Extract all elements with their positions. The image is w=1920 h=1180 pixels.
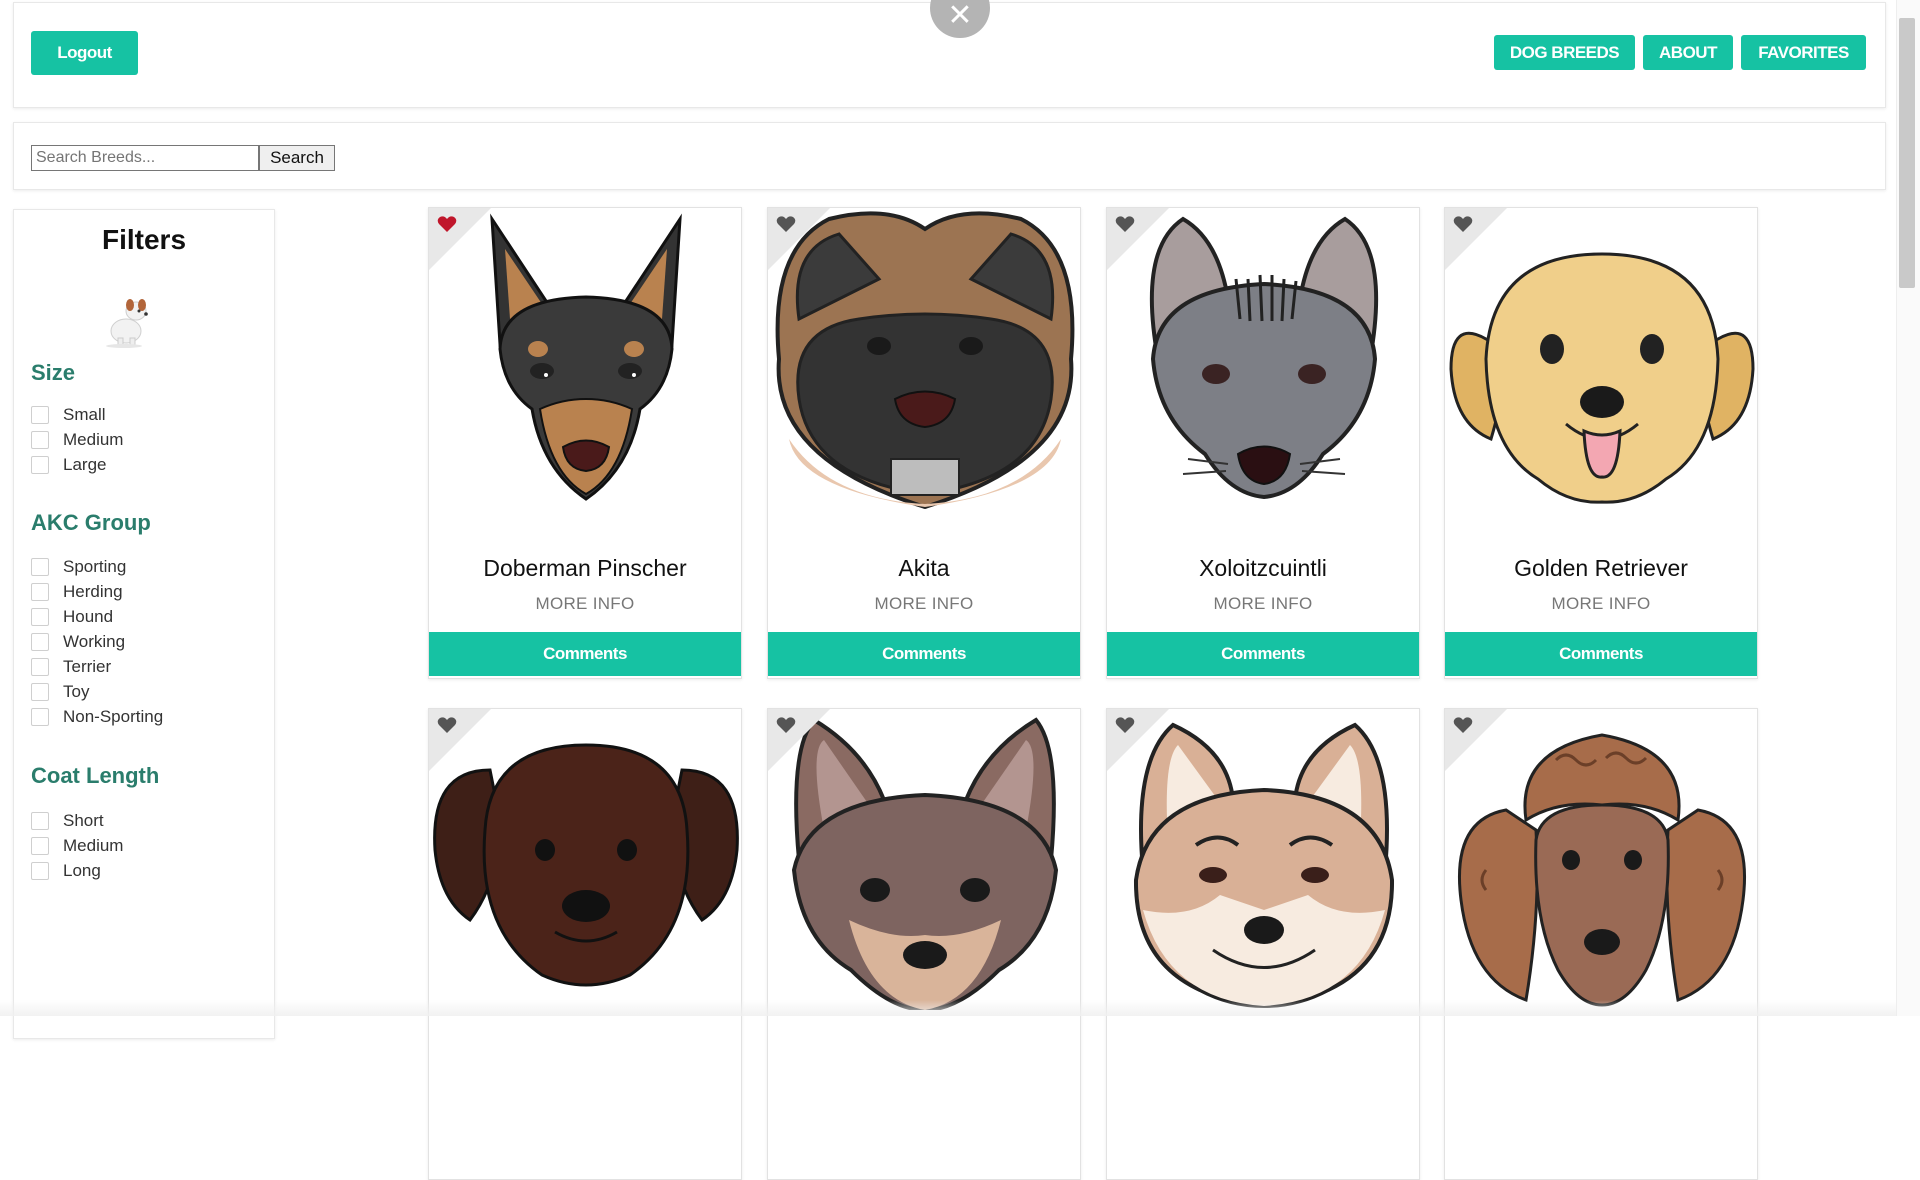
breed-name: Golden Retriever bbox=[1514, 555, 1688, 581]
filter-option-label: Herding bbox=[63, 582, 123, 601]
checkbox[interactable] bbox=[31, 862, 49, 880]
bottom-fade bbox=[0, 1000, 1896, 1016]
checkbox[interactable] bbox=[31, 683, 49, 701]
more-info-link[interactable]: MORE INFO bbox=[768, 594, 1080, 614]
breed-card bbox=[767, 708, 1081, 1180]
filter-option-label: Medium bbox=[63, 836, 124, 855]
filter-akc-hound[interactable]: Hound bbox=[31, 605, 113, 629]
filter-akc-terrier[interactable]: Terrier bbox=[31, 655, 111, 679]
heart-icon[interactable] bbox=[1115, 716, 1135, 734]
checkbox[interactable] bbox=[31, 708, 49, 726]
breed-card: Doberman Pinscher MORE INFO Comments bbox=[428, 207, 742, 679]
filter-akc-toy[interactable]: Toy bbox=[31, 680, 89, 704]
checkbox[interactable] bbox=[31, 583, 49, 601]
more-info-link[interactable]: MORE INFO bbox=[1107, 594, 1419, 614]
filter-akc-herding[interactable]: Herding bbox=[31, 580, 123, 604]
heart-icon[interactable] bbox=[1453, 215, 1473, 233]
comments-button[interactable]: Comments bbox=[429, 632, 741, 676]
filter-coat-medium[interactable]: Medium bbox=[31, 834, 123, 858]
filter-option-label: Non-Sporting bbox=[63, 707, 164, 726]
checkbox[interactable] bbox=[31, 658, 49, 676]
comments-button[interactable]: Comments bbox=[768, 632, 1080, 676]
heart-icon[interactable] bbox=[437, 215, 457, 233]
filter-akc-sporting[interactable]: Sporting bbox=[31, 555, 126, 579]
filter-group-title-size: Size bbox=[31, 360, 76, 385]
search-button[interactable]: Search bbox=[259, 145, 335, 171]
filter-option-label: Sporting bbox=[63, 557, 127, 576]
filter-group-title-akc: AKC Group bbox=[31, 510, 151, 535]
filter-size-large[interactable]: Large bbox=[31, 453, 106, 477]
filter-size-medium[interactable]: Medium bbox=[31, 428, 123, 452]
scrollbar-thumb[interactable] bbox=[1899, 18, 1915, 288]
comments-button[interactable]: Comments bbox=[1445, 632, 1757, 676]
checkbox[interactable] bbox=[31, 633, 49, 651]
checkbox[interactable] bbox=[31, 558, 49, 576]
nav-dog-breeds-button[interactable]: DOG BREEDS bbox=[1494, 35, 1635, 70]
breed-card bbox=[428, 708, 742, 1180]
breed-card: Xoloitzcuintli MORE INFO Comments bbox=[1106, 207, 1420, 679]
breed-card bbox=[1106, 708, 1420, 1180]
heart-icon[interactable] bbox=[1453, 716, 1473, 734]
filter-size-small[interactable]: Small bbox=[31, 403, 106, 427]
checkbox[interactable] bbox=[31, 837, 49, 855]
breed-card: Akita MORE INFO Comments bbox=[767, 207, 1081, 679]
filter-akc-non-sporting[interactable]: Non-Sporting bbox=[31, 705, 163, 729]
filter-option-label: Hound bbox=[63, 607, 114, 626]
filter-option-label: Large bbox=[63, 455, 107, 474]
breed-name: Xoloitzcuintli bbox=[1199, 555, 1327, 581]
filter-option-label: Toy bbox=[63, 682, 90, 701]
heart-icon[interactable] bbox=[437, 716, 457, 734]
filter-option-label: Small bbox=[63, 405, 106, 424]
breed-card bbox=[1444, 708, 1758, 1180]
logout-button[interactable]: Logout bbox=[31, 31, 138, 75]
checkbox[interactable] bbox=[31, 431, 49, 449]
heart-icon[interactable] bbox=[1115, 215, 1135, 233]
filter-option-label: Working bbox=[63, 632, 126, 651]
more-info-link[interactable]: MORE INFO bbox=[1445, 594, 1757, 614]
more-info-link[interactable]: MORE INFO bbox=[429, 594, 741, 614]
checkbox[interactable] bbox=[31, 456, 49, 474]
filter-coat-short[interactable]: Short bbox=[31, 809, 104, 833]
filter-coat-long[interactable]: Long bbox=[31, 859, 101, 883]
filters-title: Filters bbox=[101, 224, 187, 255]
breed-name: Doberman Pinscher bbox=[483, 555, 687, 581]
comments-button[interactable]: Comments bbox=[1107, 632, 1419, 676]
filter-group-title-coat: Coat Length bbox=[31, 763, 160, 788]
filter-option-label: Medium bbox=[63, 430, 124, 449]
filter-option-label: Terrier bbox=[63, 657, 112, 676]
breed-name: Akita bbox=[898, 555, 950, 581]
checkbox[interactable] bbox=[31, 406, 49, 424]
search-input[interactable] bbox=[31, 145, 259, 171]
sitting-dog-icon bbox=[106, 299, 148, 348]
heart-icon[interactable] bbox=[776, 716, 796, 734]
filter-akc-working[interactable]: Working bbox=[31, 630, 125, 654]
filter-option-label: Long bbox=[63, 861, 101, 880]
nav-about-button[interactable]: ABOUT bbox=[1643, 35, 1733, 70]
filter-option-label: Short bbox=[63, 811, 104, 830]
checkbox[interactable] bbox=[31, 812, 49, 830]
nav-favorites-button[interactable]: FAVORITES bbox=[1741, 35, 1866, 70]
breed-card: Golden Retriever MORE INFO Comments bbox=[1444, 207, 1758, 679]
checkbox[interactable] bbox=[31, 608, 49, 626]
heart-icon[interactable] bbox=[776, 215, 796, 233]
